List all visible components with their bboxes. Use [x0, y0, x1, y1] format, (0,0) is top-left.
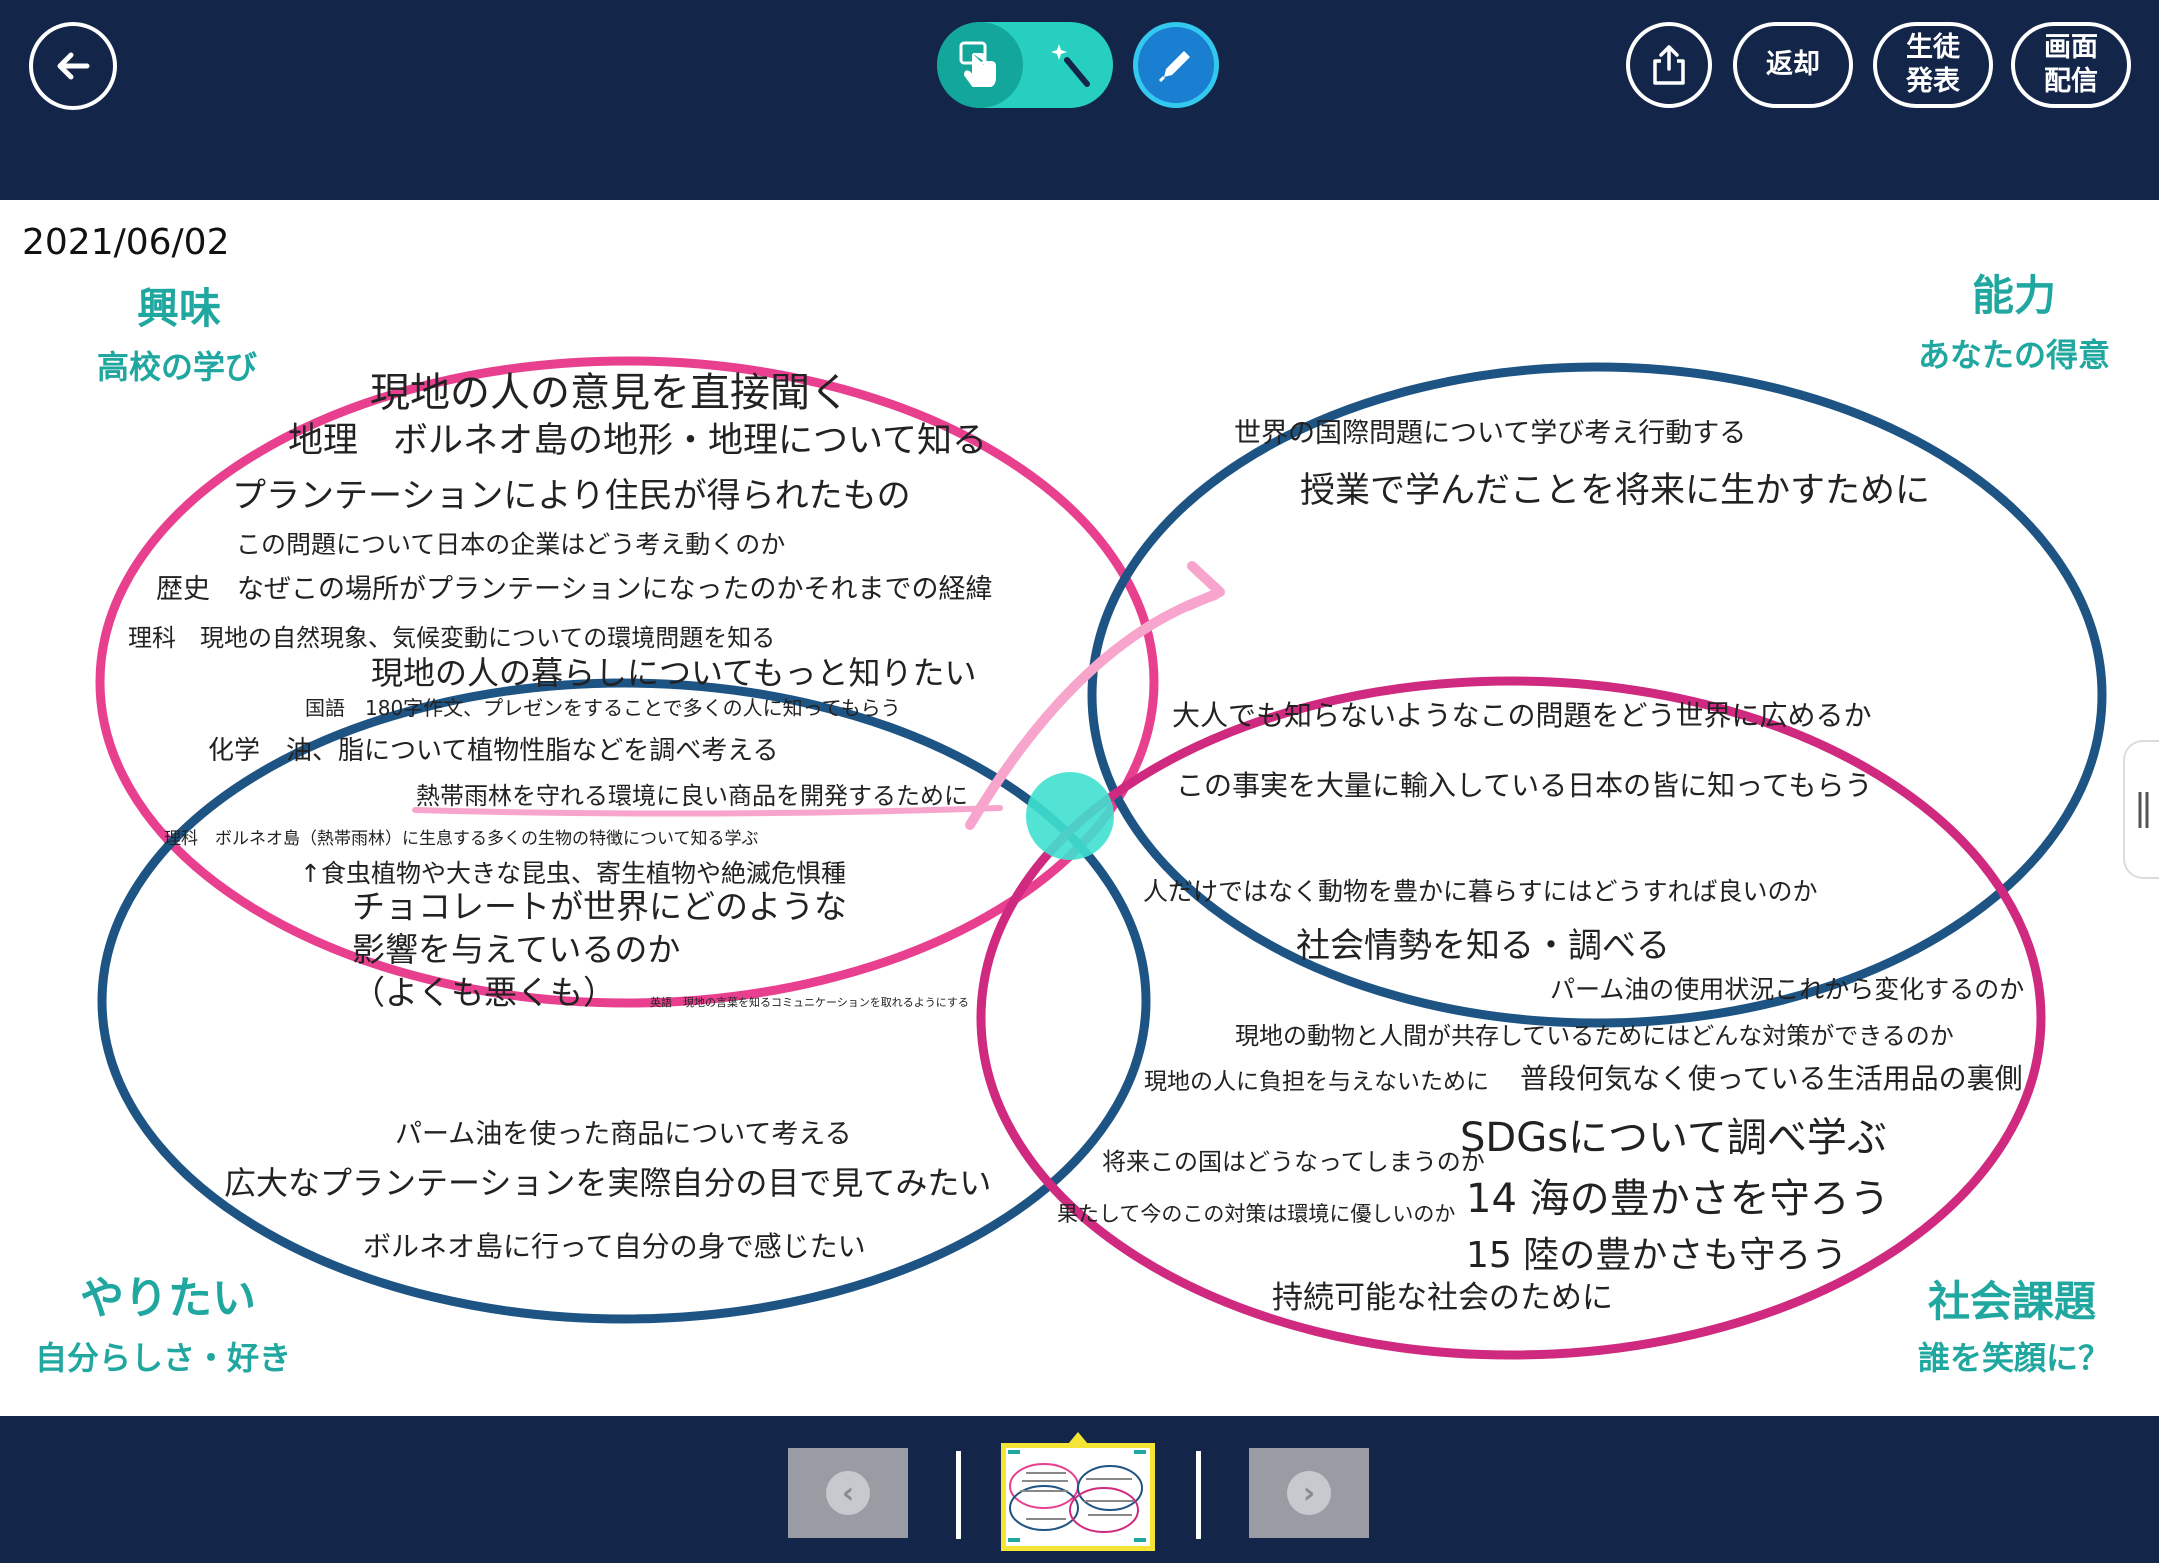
note[interactable]: 国語 180字作文、プレゼンをすることで多くの人に知ってもらう [305, 692, 901, 721]
note[interactable]: 理科 ボルネオ島（熱帯雨林）に生息する多くの生物の特徴について知る学ぶ [164, 824, 759, 849]
note[interactable]: 大人でも知らないようなこの問題をどう世界に広めるか [1172, 694, 1871, 734]
note[interactable]: 普段何気なく使っている生活用品の裏側 [1520, 1057, 2023, 1097]
whiteboard-canvas[interactable]: 2021/06/02 興味 高校の学び 能力 あなたの得意 やりたい 自分らしさ… [0, 200, 2159, 1416]
note[interactable]: ボルネオ島に行って自分の身で感じたい [363, 1225, 866, 1265]
date-label: 2021/06/02 [22, 222, 230, 263]
quadrant-title-want: やりたい [80, 1273, 256, 1324]
divider [1196, 1451, 1201, 1539]
student-present-button[interactable]: 生徒 発表 [1873, 22, 1993, 108]
note[interactable]: （よくも悪くも） [352, 966, 616, 1014]
page-navigator: ‹ › [0, 1416, 2159, 1563]
note[interactable]: 現地の動物と人間が共存しているためにはどんな対策ができるのか [1235, 1016, 1954, 1051]
divider [956, 1451, 961, 1539]
quadrant-subtitle-social: 誰を笑顔に？ [1918, 1339, 2111, 1377]
note[interactable]: 現地の人の暮らしについてもっと知りたい [371, 648, 976, 694]
prev-page-button[interactable]: ‹ [788, 1448, 908, 1538]
top-toolbar: 返却 生徒 発表 画面 配信 [0, 0, 2159, 200]
note[interactable]: 持続可能な社会のために [1272, 1272, 1613, 1317]
note[interactable]: 化学 油、脂について植物性脂などを調べ考える [208, 730, 778, 767]
magic-wand-icon[interactable] [1047, 40, 1095, 94]
share-icon [1653, 45, 1685, 85]
note[interactable]: チョコレートが世界にどのような [352, 880, 847, 928]
chevron-left-icon: ‹ [826, 1471, 870, 1515]
quadrant-title-ability: 能力 [1972, 271, 2057, 320]
note[interactable]: 人だけではなく動物を豊かに暮らすにはどうすれば良いのか [1143, 872, 1818, 908]
center-highlight [1026, 772, 1114, 860]
note[interactable]: 地理 ボルネオ島の地形・地理について知る [288, 412, 987, 463]
note[interactable]: 授業で学んだことを将来に生かすために [1300, 462, 1930, 513]
note[interactable]: 現地の人に負担を与えないために [1144, 1062, 1489, 1096]
note[interactable]: 現地の人の意見を直接聞く [370, 360, 850, 418]
return-button[interactable]: 返却 [1733, 22, 1853, 108]
share-button[interactable] [1626, 22, 1712, 108]
note[interactable]: SDGsについて調べ学ぶ [1460, 1105, 1887, 1163]
quadrant-title-social: 社会課題 [1928, 1277, 2097, 1326]
return-label: 返却 [1766, 49, 1820, 80]
screen-share-button[interactable]: 画面 配信 [2011, 22, 2131, 108]
student-present-label: 生徒 発表 [1906, 32, 1960, 97]
page-thumbnail[interactable] [1001, 1443, 1155, 1551]
note[interactable]: 歴史 なぜこの場所がプランテーションになったのかそれまでの経緯 [156, 567, 992, 606]
note[interactable]: 社会情勢を知る・調べる [1296, 918, 1670, 967]
note[interactable]: この問題について日本の企業はどう考え動くのか [236, 525, 785, 561]
chevron-right-icon: › [1287, 1471, 1331, 1515]
screen-share-label: 画面 配信 [2044, 32, 2098, 97]
note[interactable]: 将来この国はどうなってしまうのか [1102, 1142, 1485, 1177]
back-button[interactable] [29, 22, 117, 110]
note[interactable]: パーム油を使った商品について考える [395, 1112, 852, 1151]
note[interactable]: この事実を大量に輸入している日本の皆に知ってもらう [1176, 764, 1872, 804]
quadrant-subtitle-want: 自分らしさ・好き [35, 1339, 292, 1377]
note[interactable]: 14 海の豊かさを守ろう [1466, 1166, 1890, 1224]
pen-icon [1158, 51, 1190, 83]
note[interactable]: 英語 現地の言葉を知るコミュニケーションを取れるようにする [650, 994, 969, 1010]
quadrant-subtitle-ability: あなたの得意 [1918, 336, 2111, 374]
hand-touch-icon[interactable] [937, 22, 1023, 108]
arrow-left-icon [57, 52, 90, 80]
mode-toggle[interactable] [937, 22, 1113, 108]
quadrant-subtitle-interest: 高校の学び [97, 348, 258, 386]
quadrant-title-interest: 興味 [137, 284, 222, 333]
note[interactable]: 果たして今のこの対策は環境に優しいのか [1057, 1198, 1455, 1228]
note[interactable]: 世界の国際問題について学び考え行動する [1234, 411, 1746, 450]
note[interactable]: パーム油の使用状況これから変化するのか [1550, 970, 2024, 1006]
note[interactable]: 15 陸の豊かさも守ろう [1466, 1226, 1847, 1278]
next-page-button[interactable]: › [1249, 1448, 1369, 1538]
note[interactable]: プランテーションにより住民が得られたもの [232, 468, 911, 517]
note[interactable]: 広大なプランテーションを実際自分の目で見てみたい [224, 1158, 991, 1204]
side-panel-handle[interactable] [2123, 740, 2159, 879]
note[interactable]: 熱帯雨林を守れる環境に良い商品を開発するために [416, 776, 968, 811]
note[interactable]: 影響を与えているのか [352, 923, 680, 971]
pen-button[interactable] [1133, 22, 1219, 108]
